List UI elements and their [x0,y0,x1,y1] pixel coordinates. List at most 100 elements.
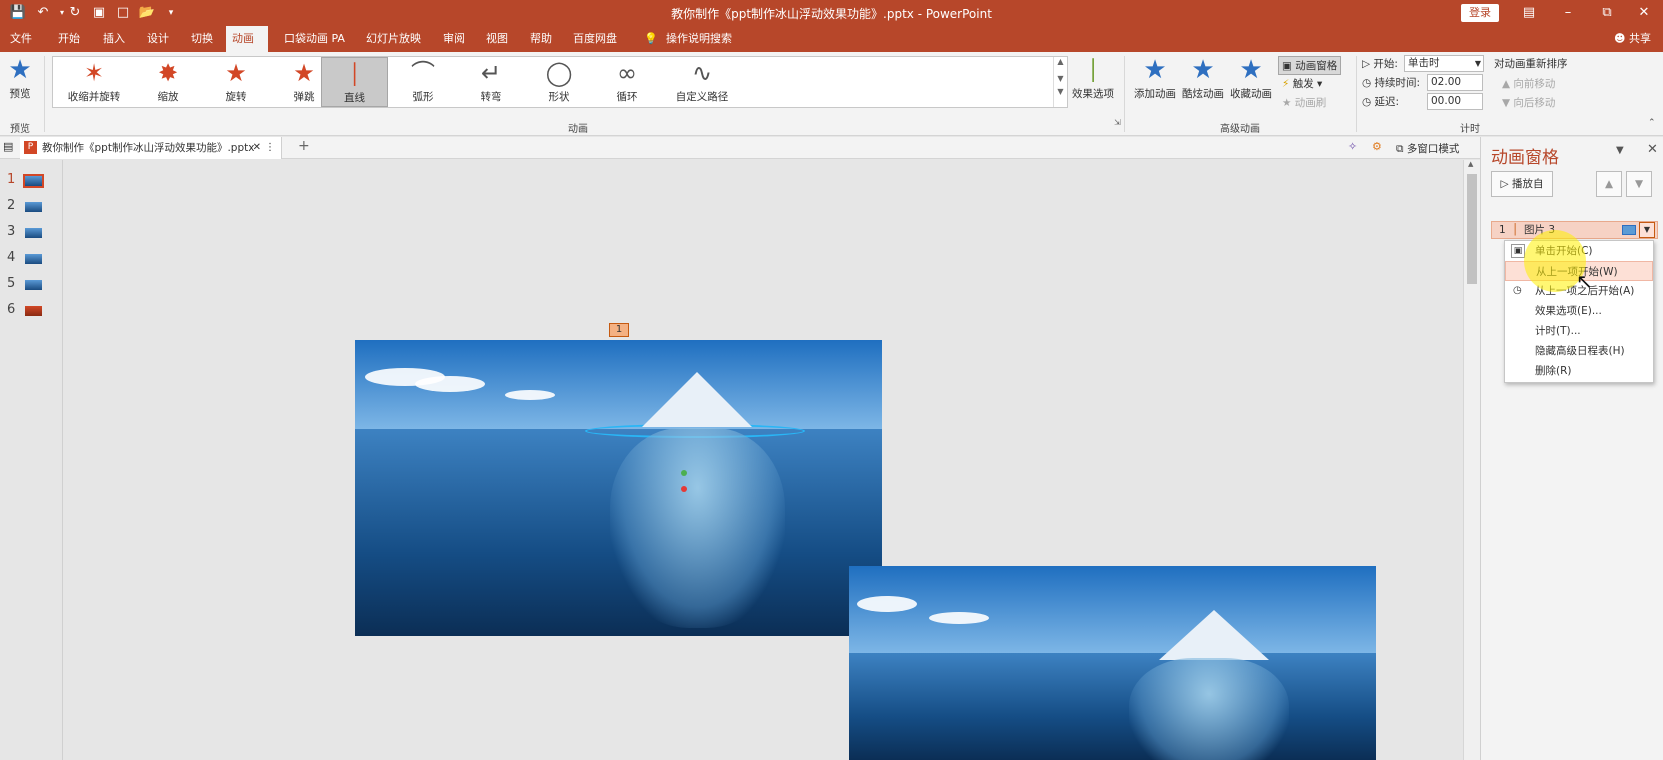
delay-label-text: 延迟: [1374,96,1400,108]
gallery-item-zoom[interactable]: ✸ 缩放 [133,57,203,107]
slide-preview [25,202,42,212]
animation-brush-label: 动画刷 [1294,97,1327,109]
gallery-item-custom-path[interactable]: ∿ 自定义路径 [660,57,744,107]
animation-list-item[interactable]: 1 │ 图片 3 ▼ [1491,221,1658,239]
close-icon[interactable]: ✕ [1624,0,1663,26]
slide-thumbnail[interactable]: 4 [0,248,60,268]
start-select[interactable]: 单击时 ▼ [1404,55,1484,72]
delay-spinner[interactable]: 00.00 [1427,93,1483,110]
slide-thumbnail[interactable]: 2 [0,196,60,216]
document-title: 教你制作《ppt制作冰山浮动效果功能》.pptx - PowerPoint [671,7,992,21]
move-down-button[interactable]: ▼ [1626,171,1652,197]
vertical-scrollbar[interactable]: ▲ [1463,160,1480,760]
tab-close-icon[interactable]: ✕ [253,137,261,159]
cool-animation-star-icon: ★ [1191,55,1215,85]
gallery-item-turn[interactable]: ↵ 转弯 [456,57,526,107]
gallery-item-shape[interactable]: ◯ 形状 [524,57,594,107]
path-start-point[interactable] [681,470,687,476]
animation-order-badge[interactable]: 1 [609,323,629,337]
animation-gallery: ✶ 收缩并旋转 ✸ 缩放 ★ 旋转 ★ 弹跳 │ 直线 ⌒ 弧形 ↵ 转弯 ◯ [52,56,1068,108]
custom-path-icon: ∿ [691,59,713,87]
share-button[interactable]: ☻ 共享 [1614,26,1651,52]
trigger-button[interactable]: ⚡ 触发 ▾ [1282,76,1322,91]
tab-design[interactable]: 设计 [141,26,175,52]
gallery-item-line[interactable]: │ 直线 [321,57,388,107]
scroll-up-icon[interactable]: ▲ [1468,160,1473,168]
collapse-ribbon-icon[interactable]: ⌃ [1648,118,1656,128]
cool-animation-button[interactable]: ★ 酷炫动画 [1180,54,1226,101]
animation-brush-button[interactable]: ★ 动画刷 [1282,95,1326,110]
tab-view[interactable]: 视图 [480,26,514,52]
iceberg-image-main[interactable] [355,340,882,636]
tab-review[interactable]: 审阅 [437,26,471,52]
add-animation-button[interactable]: ★ 添加动画 [1132,54,1178,101]
dialog-launcher-icon[interactable]: ⇲ [1114,118,1121,127]
menu-item-timing[interactable]: 计时(T)... [1505,321,1653,341]
scrollbar-thumb[interactable] [1467,174,1477,284]
gallery-item-label: 形状 [548,91,570,103]
collect-animation-star-icon: ★ [1239,55,1263,85]
tell-me-search[interactable]: 操作说明搜索 [660,26,738,52]
line-path-icon: │ [348,62,361,86]
move-later-button[interactable]: ▼ 向后移动 [1502,95,1555,110]
duration-spinner[interactable]: 02.00 [1427,74,1483,91]
menu-item-effect-options[interactable]: 效果选项(E)... [1505,301,1653,321]
ribbon-display-icon[interactable]: ▤ [1509,0,1549,26]
tab-help[interactable]: 帮助 [524,26,558,52]
gallery-item-loop[interactable]: ∞ 循环 [592,57,662,107]
gallery-more-icon[interactable]: ▼ [1054,87,1067,96]
effect-options-icon: │ [1086,58,1100,82]
extension-icon[interactable]: ✧ [1348,140,1357,153]
gallery-scrollbar[interactable]: ▲ ▼ ▼ [1053,57,1067,107]
preview-button[interactable]: ★ 预览 [4,54,36,101]
slide-thumbnail[interactable]: 6 [0,300,60,320]
separator [1356,56,1357,132]
menu-item-label: 隐藏高级日程表(H) [1535,345,1625,357]
minimize-icon[interactable]: – [1548,0,1588,26]
gallery-up-icon[interactable]: ▲ [1054,57,1067,66]
separator [44,56,45,132]
effect-options-button[interactable]: │ 效果选项 [1070,54,1116,101]
clock-icon: ◷ [1513,285,1522,296]
multi-window-button[interactable]: ⧉ 多窗口模式 [1396,141,1459,156]
menu-item-delete[interactable]: 删除(R) [1505,361,1653,381]
restore-icon[interactable]: ⧉ [1587,0,1627,26]
gallery-item-label: 自定义路径 [675,91,729,103]
collect-animation-button[interactable]: ★ 收藏动画 [1228,54,1274,101]
slide-number: 4 [7,250,16,265]
gallery-item-spin[interactable]: ★ 旋转 [201,57,271,107]
move-earlier-button[interactable]: ▲ 向前移动 [1502,76,1555,91]
chevron-down-icon: ▼ [1474,59,1481,68]
tab-home[interactable]: 开始 [52,26,86,52]
tab-file[interactable]: 文件 [4,26,38,52]
tab-menu-icon[interactable]: ⋮ [265,137,275,159]
title-bar: 💾 ↶ ▾ ↻ ▣ □ 📂 ▾ 教你制作《ppt制作冰山浮动效果功能》.pptx… [0,0,1663,26]
pane-close-icon[interactable]: ✕ [1647,142,1658,157]
login-button[interactable]: 登录 [1461,4,1499,22]
tab-transitions[interactable]: 切换 [185,26,219,52]
item-dropdown-icon[interactable]: ▼ [1639,222,1655,238]
play-from-button[interactable]: ▷ 播放自 [1491,171,1553,197]
tab-baidu-netdisk[interactable]: 百度网盘 [567,26,623,52]
animation-pane-button[interactable]: ▣ 动画窗格 [1278,56,1342,75]
tab-list-icon[interactable]: ▤ [3,140,13,153]
settings-gear-icon[interactable]: ⚙ [1372,140,1382,153]
slide-thumbnail[interactable]: 1 [0,170,60,190]
move-up-button[interactable]: ▲ [1596,171,1622,197]
gallery-item-arc[interactable]: ⌒ 弧形 [388,57,458,107]
tab-insert[interactable]: 插入 [97,26,131,52]
menu-item-hide-timeline[interactable]: 隐藏高级日程表(H) [1505,341,1653,361]
tab-animations[interactable]: 动画 [226,26,268,52]
add-tab-icon[interactable]: + [298,138,310,154]
menu-item-on-click[interactable]: ▣ 单击开始(C) [1505,241,1653,261]
slide-thumbnail[interactable]: 5 [0,274,60,294]
iceberg-image-second[interactable] [849,566,1376,760]
path-end-point[interactable] [681,486,687,492]
gallery-down-icon[interactable]: ▼ [1054,74,1067,83]
slide-thumbnail[interactable]: 3 [0,222,60,242]
tab-pocket-animation[interactable]: 口袋动画 PA [278,26,351,52]
gallery-item-shrink-turn[interactable]: ✶ 收缩并旋转 [57,57,131,107]
document-tab[interactable]: P 教你制作《ppt制作冰山浮动效果功能》.pptx ✕ ⋮ [20,137,282,159]
pane-options-icon[interactable]: ▼ [1616,145,1624,156]
tab-slideshow[interactable]: 幻灯片放映 [360,26,427,52]
